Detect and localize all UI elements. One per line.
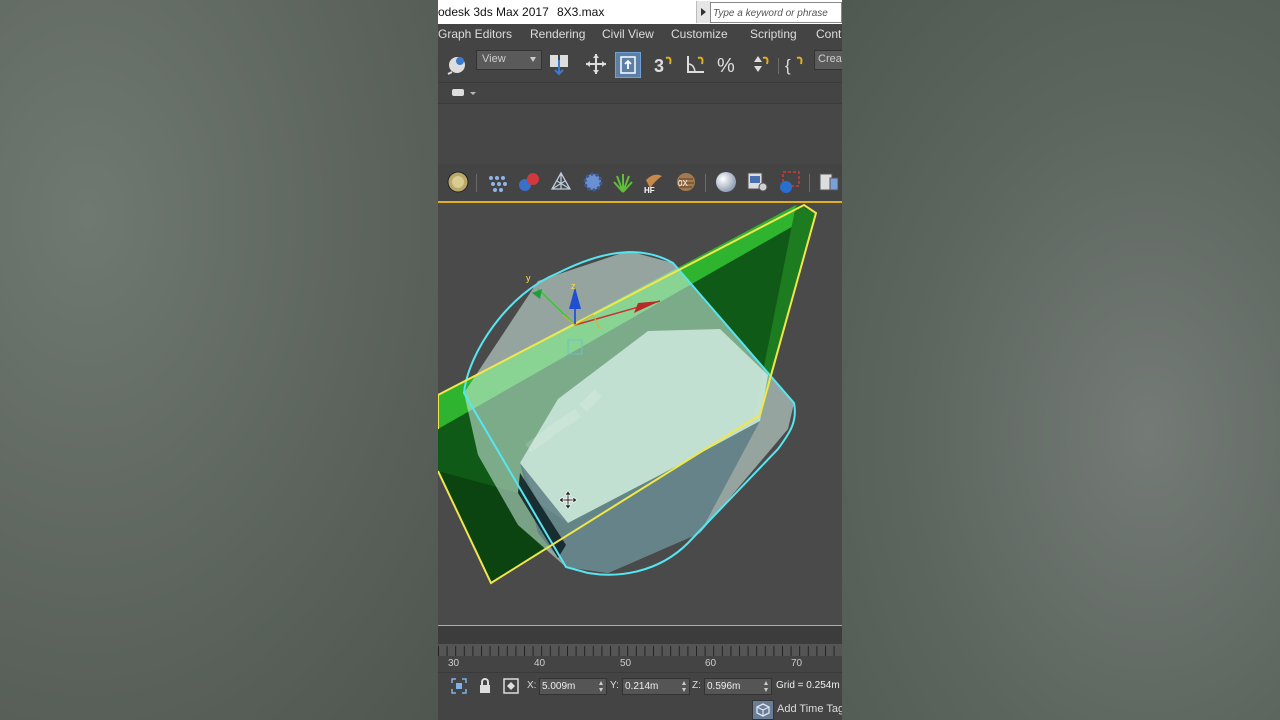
create-selection-set-field[interactable]: Crea: [814, 50, 842, 70]
file-name: 8X3.max: [557, 5, 605, 19]
select-and-place-icon[interactable]: [615, 52, 641, 78]
spinner-snap-icon[interactable]: [748, 52, 772, 76]
x-coordinate-field[interactable]: [539, 678, 607, 695]
svg-text:HF: HF: [644, 186, 655, 194]
menu-civil-view[interactable]: Civil View: [602, 27, 654, 41]
tick-label-70: 70: [791, 658, 803, 669]
isolate-selection-icon[interactable]: [450, 677, 468, 695]
z-label: Z:: [692, 680, 701, 691]
svg-text:%: %: [717, 55, 735, 76]
tick-label-60: 60: [705, 658, 717, 669]
render-production-icon[interactable]: [816, 170, 840, 194]
perspective-viewport[interactable]: y z: [438, 201, 842, 627]
status-bar-bottom: Add Time Tag: [438, 698, 842, 720]
title-bar: odesk 3ds Max 2017 8X3.max: [438, 0, 842, 24]
svg-text:{: {: [785, 56, 791, 75]
lock-icon[interactable]: [476, 677, 494, 695]
gear-icon[interactable]: [581, 170, 605, 194]
gizmo-z-label: z: [571, 281, 576, 291]
chevron-down-icon[interactable]: [470, 92, 476, 95]
menu-scripting[interactable]: Scripting: [750, 27, 797, 41]
spinner-icon[interactable]: [599, 681, 604, 692]
snap-3d-icon[interactable]: 3: [652, 52, 676, 76]
particle-system-icon[interactable]: [485, 170, 509, 194]
mesh-icon[interactable]: [549, 170, 573, 194]
spinner-icon[interactable]: [764, 681, 769, 692]
y-coordinate-field[interactable]: [622, 678, 690, 695]
background-left: [0, 0, 438, 720]
add-time-tag-button[interactable]: [752, 700, 774, 720]
svg-text:3: 3: [654, 56, 664, 76]
menu-graph-editors[interactable]: Graph Editors: [438, 27, 512, 41]
viewport-scene: y z: [438, 203, 818, 585]
app-title: odesk 3ds Max 2017: [438, 5, 549, 19]
toolbar-separator: [705, 174, 706, 192]
track-bar[interactable]: 30 40 50 60 70: [438, 644, 842, 672]
foliage-icon[interactable]: [611, 170, 635, 194]
toolbar-separator: [778, 58, 779, 74]
percent-snap-icon[interactable]: %: [716, 52, 740, 76]
select-filter-icon[interactable]: [446, 52, 470, 76]
time-slider[interactable]: [438, 626, 842, 644]
render-setup-icon[interactable]: [745, 170, 769, 194]
y-label: Y:: [610, 680, 619, 691]
track-bar-ticks: [438, 644, 842, 656]
named-selection-icon[interactable]: {: [784, 52, 808, 76]
main-toolbar: View 3 % {Crea: [438, 46, 842, 83]
app-window: odesk 3ds Max 2017 8X3.max Graph Editors…: [438, 0, 842, 720]
tick-label-50: 50: [620, 658, 632, 669]
menu-customize[interactable]: Customize: [671, 27, 728, 41]
chevron-down-icon: [530, 57, 536, 62]
z-coordinate-input[interactable]: [705, 679, 759, 693]
status-bar: X: Y: Z: Grid = 0.254m: [438, 672, 842, 699]
sphere-icon[interactable]: [446, 170, 470, 194]
tick-label-30: 30: [448, 658, 460, 669]
angle-snap-icon[interactable]: [684, 52, 708, 76]
toolbar-separator: [809, 174, 810, 192]
material-sphere-icon[interactable]: [714, 170, 738, 194]
background-right: [842, 0, 1280, 720]
ribbon-toggle-icon[interactable]: [452, 89, 464, 96]
reference-coordinate-select[interactable]: View: [476, 50, 542, 70]
search-box[interactable]: [710, 2, 842, 23]
toolbar-separator: [476, 174, 477, 192]
ribbon-strip: [438, 83, 842, 104]
hair-fur-icon[interactable]: HF: [642, 170, 666, 194]
expand-arrow-icon[interactable]: [696, 1, 711, 23]
secondary-toolbar: HF 0X: [438, 164, 842, 200]
grid-size: Grid = 0.254m: [776, 680, 840, 691]
texture-sphere-icon[interactable]: 0X: [674, 170, 698, 194]
svg-text:0X: 0X: [678, 179, 688, 188]
y-coordinate-input[interactable]: [623, 679, 677, 693]
spinner-icon[interactable]: [682, 681, 687, 692]
z-coordinate-field[interactable]: [704, 678, 772, 695]
tick-label-40: 40: [534, 658, 546, 669]
time-tag-icon: [756, 703, 770, 717]
add-time-tag-label[interactable]: Add Time Tag: [777, 703, 842, 715]
menu-bar: Graph Editors Rendering Civil View Custo…: [438, 24, 842, 46]
search-input[interactable]: [711, 5, 841, 22]
x-label: X:: [527, 680, 537, 691]
menu-content[interactable]: Cont: [816, 27, 841, 41]
menu-rendering[interactable]: Rendering: [530, 27, 585, 41]
ribbon-panel: [438, 104, 842, 164]
render-frame-icon[interactable]: [777, 170, 801, 194]
gizmo-y-label: y: [526, 273, 531, 283]
move-icon[interactable]: [584, 52, 608, 76]
absolute-mode-icon[interactable]: [502, 677, 520, 695]
x-coordinate-input[interactable]: [540, 679, 594, 693]
pivot-center-icon[interactable]: [547, 52, 571, 76]
compound-objects-icon[interactable]: [517, 170, 541, 194]
